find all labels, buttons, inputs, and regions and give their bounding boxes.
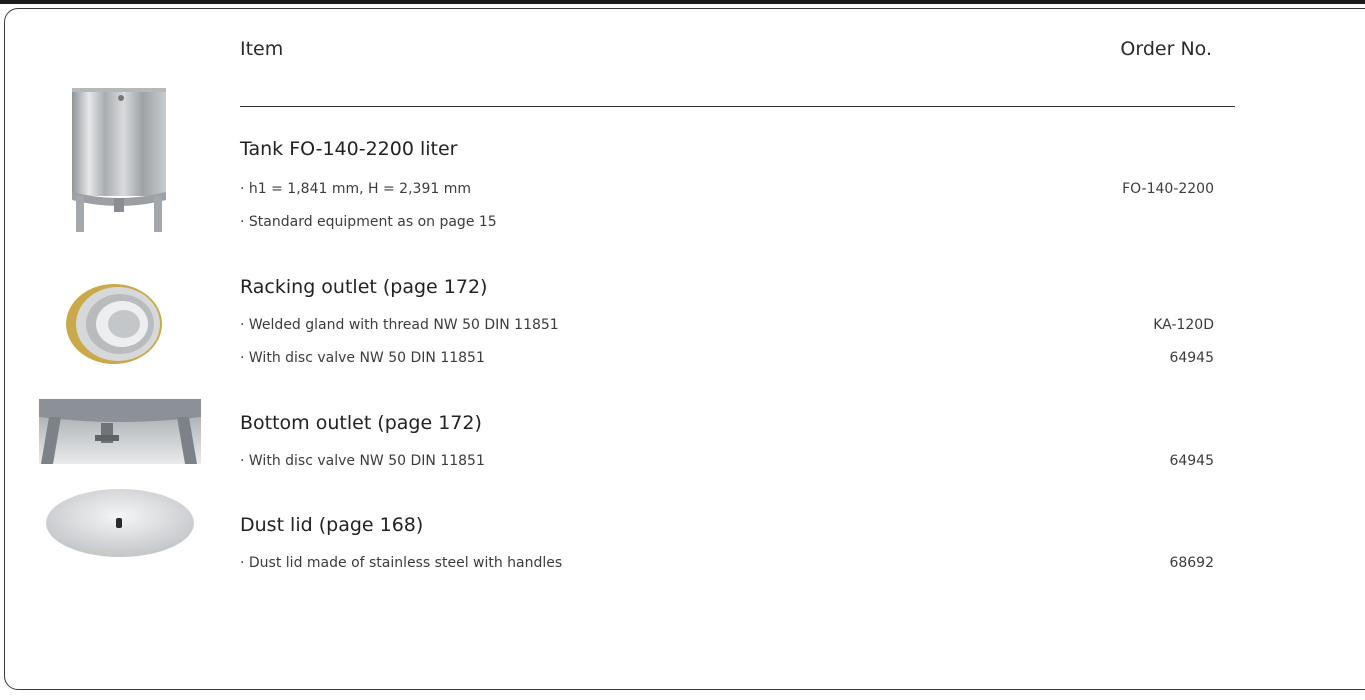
dust-lid-image xyxy=(46,489,194,557)
order-number: 68692 xyxy=(1169,555,1214,571)
order-number: KA-120D xyxy=(1153,317,1214,333)
racking-outlet-image xyxy=(66,284,162,364)
item-detail: · Dust lid made of stainless steel with … xyxy=(240,555,563,571)
item-title-dust-lid: Dust lid (page 168) xyxy=(240,514,424,536)
item-title-racking-outlet: Racking outlet (page 172) xyxy=(240,276,488,298)
column-header-item: Item xyxy=(240,38,284,60)
order-number: 64945 xyxy=(1169,453,1214,469)
item-detail: · Welded gland with thread NW 50 DIN 118… xyxy=(240,317,559,333)
page-frame xyxy=(4,8,1365,690)
column-header-order-no: Order No. xyxy=(1120,38,1212,60)
top-border xyxy=(0,0,1365,4)
item-detail: · With disc valve NW 50 DIN 11851 xyxy=(240,350,485,366)
item-detail: · With disc valve NW 50 DIN 11851 xyxy=(240,453,485,469)
order-number: 64945 xyxy=(1169,350,1214,366)
item-title-bottom-outlet: Bottom outlet (page 172) xyxy=(240,412,482,434)
bottom-outlet-image xyxy=(39,399,201,464)
item-detail: · h1 = 1,841 mm, H = 2,391 mm xyxy=(240,181,471,197)
header-divider xyxy=(240,106,1235,107)
order-number: FO-140-2200 xyxy=(1122,181,1214,197)
item-detail: · Standard equipment as on page 15 xyxy=(240,214,497,230)
tank-image xyxy=(72,88,166,232)
item-title-tank: Tank FO-140-2200 liter xyxy=(240,138,458,160)
